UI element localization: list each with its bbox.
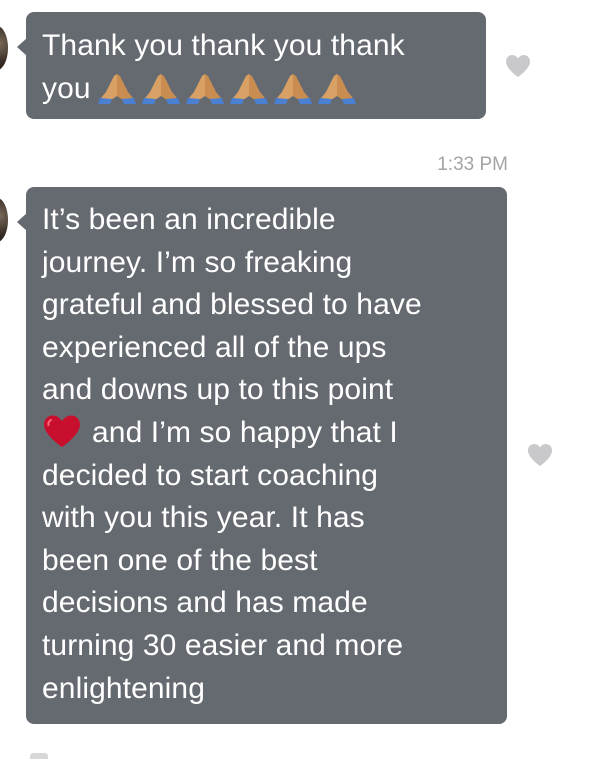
next-message-edge xyxy=(30,753,48,759)
heart-icon[interactable] xyxy=(505,54,531,78)
folded-hands-emoji xyxy=(229,74,268,104)
message-text: and I’m so happy that I decided to start… xyxy=(42,415,404,705)
sender-avatar[interactable] xyxy=(0,26,8,70)
heart-icon[interactable] xyxy=(527,443,553,467)
sender-avatar[interactable] xyxy=(0,198,8,242)
folded-hands-emoji xyxy=(141,74,180,104)
folded-hands-emoji xyxy=(317,74,356,104)
folded-hands-emoji xyxy=(273,74,312,104)
message-bubble[interactable]: Thank you thank you thank you xyxy=(17,12,486,119)
pray-emoji-row xyxy=(97,70,357,104)
message-bubble[interactable]: It’s been an incredible journey. I’m so … xyxy=(17,187,507,724)
message-timestamp: 1:33 PM xyxy=(437,154,508,175)
red-heart-emoji xyxy=(44,415,80,447)
folded-hands-emoji xyxy=(97,74,136,104)
folded-hands-emoji xyxy=(185,74,224,104)
message-text: It’s been an incredible journey. I’m so … xyxy=(42,203,422,407)
